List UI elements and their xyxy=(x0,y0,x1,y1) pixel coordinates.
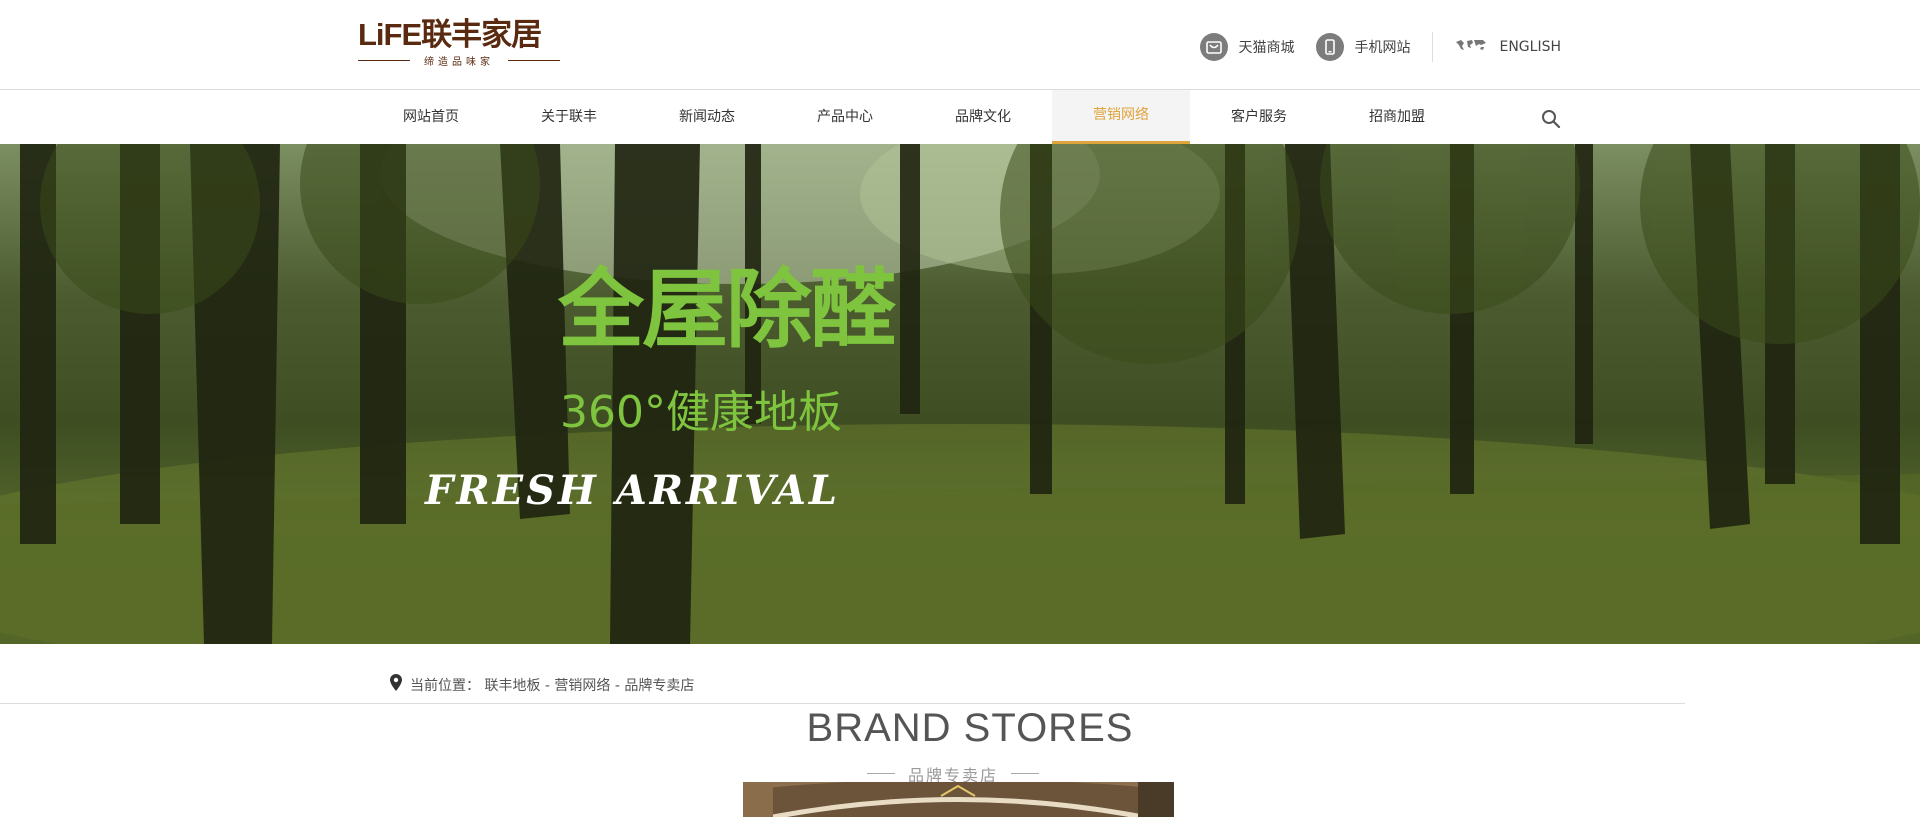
store-photo-image[interactable] xyxy=(743,782,1174,817)
top-links-divider xyxy=(1432,32,1434,62)
banner-subtitle: 360°健康地板 xyxy=(560,387,842,438)
english-link-label: ENGLISH xyxy=(1499,39,1561,55)
breadcrumb: 当前位置： 联丰地板 - 营销网络 - 品牌专卖店 xyxy=(390,674,694,695)
top-links: 天猫商城 手机网站 ENGLISH xyxy=(1178,32,1561,62)
nav-item-customer-service[interactable]: 客户服务 xyxy=(1190,90,1328,144)
nav-item-franchise[interactable]: 招商加盟 xyxy=(1328,90,1466,144)
tmall-link[interactable]: 天猫商城 xyxy=(1200,33,1294,61)
nav-item-sales-network[interactable]: 营销网络 xyxy=(1052,90,1190,144)
nav-item-brand-culture[interactable]: 品牌文化 xyxy=(914,90,1052,144)
forest-background-image xyxy=(0,144,1920,644)
breadcrumb-text: 当前位置： 联丰地板 - 营销网络 - 品牌专卖店 xyxy=(410,677,695,694)
location-pin-icon xyxy=(390,674,402,695)
mobile-phone-icon xyxy=(1316,33,1345,61)
breadcrumb-divider xyxy=(0,703,1685,704)
nav-items: 网站首页 关于联丰 新闻动态 产品中心 品牌文化 营销网络 客户服务 招商加盟 xyxy=(362,90,1466,144)
banner-tagline: FRESH ARRIVAL xyxy=(425,467,841,514)
main-nav: 网站首页 关于联丰 新闻动态 产品中心 品牌文化 营销网络 客户服务 招商加盟 xyxy=(0,90,1920,144)
site-logo[interactable]: LiFE联丰家居 缔造品味家 xyxy=(358,18,563,68)
mobile-site-link[interactable]: 手机网站 xyxy=(1316,33,1410,61)
nav-item-news[interactable]: 新闻动态 xyxy=(638,90,776,144)
tmall-bag-icon xyxy=(1200,33,1229,61)
section-heading-en: BRAND STORES xyxy=(806,706,1134,750)
mobile-site-label: 手机网站 xyxy=(1354,40,1411,56)
nav-item-products[interactable]: 产品中心 xyxy=(776,90,914,144)
banner-title: 全屋除醛 xyxy=(558,260,896,360)
hero-banner[interactable]: 全屋除醛 360°健康地板 FRESH ARRIVAL xyxy=(0,144,1920,644)
english-link[interactable]: ENGLISH xyxy=(1455,38,1561,56)
search-icon[interactable] xyxy=(1540,108,1562,130)
tmall-link-label: 天猫商城 xyxy=(1238,40,1295,56)
nav-item-home[interactable]: 网站首页 xyxy=(362,90,500,144)
world-map-icon xyxy=(1455,38,1487,56)
top-header: LiFE联丰家居 缔造品味家 天猫商城 手机网站 ENGLISH xyxy=(0,0,1920,90)
nav-item-about[interactable]: 关于联丰 xyxy=(500,90,638,144)
logo-brand: LiFE联丰家居 xyxy=(358,17,542,52)
logo-tagline: 缔造品味家 xyxy=(358,53,560,68)
